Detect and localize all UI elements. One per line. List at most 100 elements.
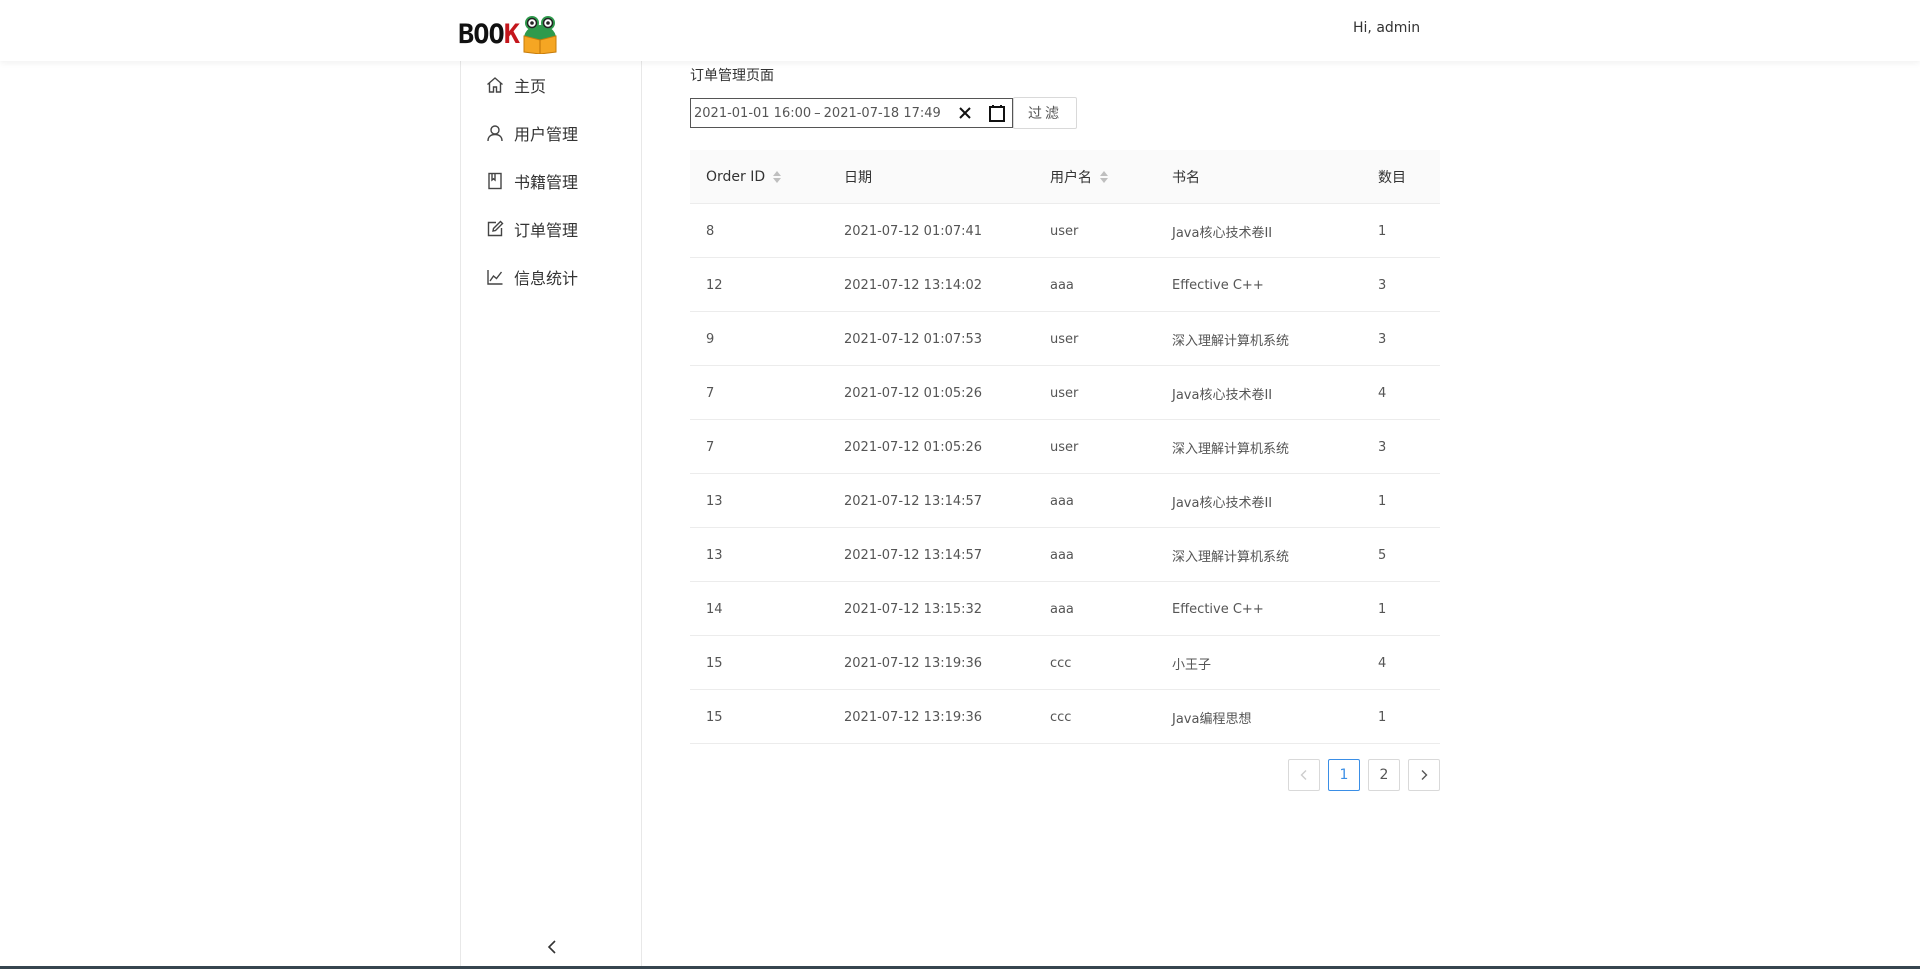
- quantity-cell: 4: [1378, 385, 1387, 401]
- range-end-input[interactable]: 2021-07-18 17:49: [824, 106, 941, 121]
- user-greeting: Hi, admin: [1353, 20, 1421, 36]
- date-range-picker[interactable]: 2021-01-01 16:00 – 2021-07-18 17:49: [690, 98, 1013, 128]
- column-header-label: 数目: [1378, 170, 1406, 186]
- table-row: 8 2021-07-12 01:07:41 user Java核心技术卷II 1: [690, 204, 1440, 258]
- edit-icon: [485, 219, 505, 239]
- clear-icon[interactable]: [956, 104, 974, 122]
- username-cell: user: [1050, 331, 1079, 347]
- quantity-cell: 5: [1378, 547, 1387, 563]
- date-cell: 2021-07-12 13:14:02: [844, 277, 983, 293]
- quantity-cell: 1: [1378, 223, 1387, 239]
- book-name-cell: Java编程思想: [1172, 711, 1252, 727]
- book-name-cell: 深入理解计算机系统: [1172, 549, 1290, 565]
- quantity-cell: 1: [1378, 601, 1387, 617]
- next-page-button[interactable]: [1408, 759, 1440, 791]
- book-name-cell: Java核心技术卷II: [1172, 387, 1273, 403]
- home-icon: [485, 75, 505, 95]
- book-name-cell: 小王子: [1172, 657, 1212, 673]
- column-header-label: Order ID: [706, 169, 766, 185]
- date-cell: 2021-07-12 13:14:57: [844, 493, 983, 509]
- prev-page-button[interactable]: [1288, 759, 1320, 791]
- sidebar-item-books[interactable]: 书籍管理: [485, 166, 578, 196]
- sort-icon[interactable]: [1100, 171, 1108, 183]
- sidebar-item-label: 信息统计: [514, 269, 579, 288]
- username-cell: user: [1050, 223, 1079, 239]
- table-row: 12 2021-07-12 13:14:02 aaa Effective C++ 3: [690, 258, 1440, 312]
- pagination: 1 2: [1288, 759, 1440, 791]
- page-button-2[interactable]: 2: [1368, 759, 1400, 791]
- date-cell: 2021-07-12 01:05:26: [844, 385, 983, 401]
- table-row: 13 2021-07-12 13:14:57 aaa Java核心技术卷II 1: [690, 474, 1440, 528]
- order-id-cell: 7: [706, 439, 715, 455]
- quantity-cell: 3: [1378, 277, 1387, 293]
- table-header: Order ID 日期 用户名 书名 数目: [690, 150, 1440, 204]
- username-cell: ccc: [1050, 709, 1072, 725]
- column-header-label: 书名: [1172, 170, 1200, 186]
- range-start-input[interactable]: 2021-01-01 16:00: [694, 106, 811, 121]
- page-button-1[interactable]: 1: [1328, 759, 1360, 791]
- logo-text-k: K: [503, 18, 520, 50]
- calendar-icon[interactable]: [987, 103, 1007, 123]
- order-id-cell: 12: [706, 277, 723, 293]
- sidebar-item-home[interactable]: 主页: [485, 70, 546, 100]
- range-separator: –: [814, 105, 821, 121]
- username-cell: user: [1050, 385, 1079, 401]
- chevron-right-icon: [1421, 770, 1428, 780]
- chevron-left-icon: [547, 940, 556, 954]
- date-cell: 2021-07-12 13:19:36: [844, 709, 983, 725]
- sidebar-item-label: 订单管理: [514, 221, 579, 240]
- table-row: 7 2021-07-12 01:05:26 user 深入理解计算机系统 3: [690, 420, 1440, 474]
- book-name-cell: Java核心技术卷II: [1172, 225, 1273, 241]
- column-header-username[interactable]: 用户名: [1050, 150, 1108, 204]
- column-header-quantity: 数目: [1378, 150, 1406, 204]
- table-body: 8 2021-07-12 01:07:41 user Java核心技术卷II 1 12 20…: [690, 204, 1440, 744]
- user-icon: [485, 123, 505, 143]
- date-cell: 2021-07-12 13:19:36: [844, 655, 983, 671]
- logo-text: BOOK: [458, 18, 520, 50]
- order-id-cell: 8: [706, 223, 715, 239]
- book-name-cell: Effective C++: [1172, 601, 1264, 617]
- orders-table: Order ID 日期 用户名 书名 数目 8 2021-07-12 01:07:…: [690, 150, 1440, 744]
- quantity-cell: 1: [1378, 493, 1387, 509]
- column-header-order-id[interactable]: Order ID: [706, 150, 782, 204]
- order-id-cell: 15: [706, 709, 723, 725]
- quantity-cell: 3: [1378, 331, 1387, 347]
- sort-icon[interactable]: [773, 171, 782, 183]
- table-row: 9 2021-07-12 01:07:53 user 深入理解计算机系统 3: [690, 312, 1440, 366]
- date-cell: 2021-07-12 13:15:32: [844, 601, 983, 617]
- username-cell: aaa: [1050, 601, 1074, 617]
- column-header-label: 用户名: [1050, 170, 1092, 186]
- chevron-left-icon: [1300, 770, 1307, 780]
- book-name-cell: Effective C++: [1172, 277, 1264, 293]
- date-cell: 2021-07-12 01:05:26: [844, 439, 983, 455]
- table-row: 7 2021-07-12 01:05:26 user Java核心技术卷II 4: [690, 366, 1440, 420]
- quantity-cell: 4: [1378, 655, 1387, 671]
- username-cell: aaa: [1050, 493, 1074, 509]
- date-cell: 2021-07-12 13:14:57: [844, 547, 983, 563]
- order-id-cell: 7: [706, 385, 715, 401]
- order-id-cell: 15: [706, 655, 723, 671]
- book-name-cell: 深入理解计算机系统: [1172, 333, 1290, 349]
- sidebar-item-users[interactable]: 用户管理: [485, 118, 578, 148]
- order-id-cell: 13: [706, 493, 723, 509]
- column-header-date: 日期: [844, 150, 872, 204]
- book-logo[interactable]: BOOK: [458, 14, 561, 54]
- sidebar-item-statistics[interactable]: 信息统计: [485, 262, 578, 292]
- sidebar-item-label: 书籍管理: [514, 173, 579, 192]
- sidebar-item-label: 用户管理: [514, 125, 579, 144]
- quantity-cell: 3: [1378, 439, 1387, 455]
- table-row: 15 2021-07-12 13:19:36 ccc 小王子 4: [690, 636, 1440, 690]
- username-cell: user: [1050, 439, 1079, 455]
- sidebar-item-label: 主页: [514, 77, 547, 96]
- username-cell: ccc: [1050, 655, 1072, 671]
- order-id-cell: 14: [706, 601, 723, 617]
- filter-button[interactable]: 过滤: [1013, 97, 1077, 129]
- sidebar-collapse-button[interactable]: [545, 939, 559, 955]
- username-cell: aaa: [1050, 277, 1074, 293]
- top-header: BOOK Hi, admin: [0, 0, 1920, 61]
- sidebar: 主页 用户管理 书籍管理 订单管理 信息统计: [460, 61, 642, 969]
- page-title: 订单管理页面: [690, 68, 774, 84]
- table-row: 14 2021-07-12 13:15:32 aaa Effective C++ 1: [690, 582, 1440, 636]
- sidebar-item-orders[interactable]: 订单管理: [485, 214, 578, 244]
- table-row: 15 2021-07-12 13:19:36 ccc Java编程思想 1: [690, 690, 1440, 744]
